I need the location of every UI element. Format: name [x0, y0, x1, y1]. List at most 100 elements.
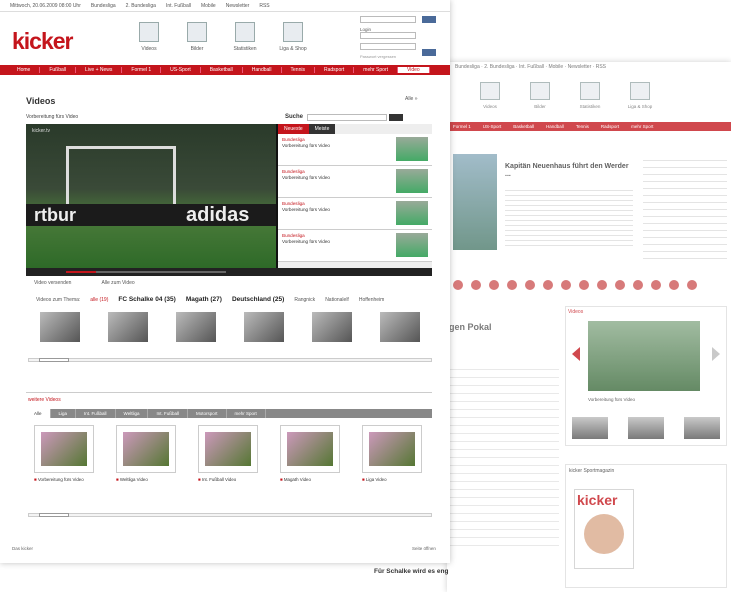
- next-arrow-icon[interactable]: [712, 347, 720, 361]
- nav-item[interactable]: Formel 1: [122, 67, 162, 73]
- topbar-link[interactable]: 2. Bundesliga: [126, 3, 156, 9]
- cards-scrollbar[interactable]: [28, 513, 432, 517]
- nav-home[interactable]: Home: [8, 67, 41, 73]
- tab-most[interactable]: Meiste: [308, 124, 336, 134]
- shop-icon[interactable]: Liga & Shop: [279, 22, 307, 52]
- back-nav-item[interactable]: mehr Sport: [625, 122, 659, 131]
- kicker-logo[interactable]: kicker: [12, 28, 74, 55]
- footer-left[interactable]: Das kicker: [12, 546, 33, 551]
- nav-item[interactable]: Tennis: [282, 67, 315, 73]
- videos-icon[interactable]: Videos: [135, 22, 163, 52]
- nav-item[interactable]: Live + News: [76, 67, 123, 73]
- back-nav-item[interactable]: Tennis: [570, 122, 595, 131]
- club-icon[interactable]: [471, 280, 481, 290]
- club-icon[interactable]: [525, 280, 535, 290]
- back-nav-item[interactable]: US-Sport: [477, 122, 508, 131]
- nav-item[interactable]: Basketball: [201, 67, 243, 73]
- club-icon[interactable]: [669, 280, 679, 290]
- sidebar-video-item[interactable]: Bundesliga Vorbereitung fürs Video: [278, 198, 432, 230]
- topic-thumb[interactable]: [312, 312, 352, 342]
- topbar-link[interactable]: Newsletter: [226, 3, 250, 9]
- topic-thumb[interactable]: [176, 312, 216, 342]
- back-stats-icon[interactable]: Statistiken: [577, 82, 603, 109]
- tab-item[interactable]: Int. Fußball: [76, 409, 116, 418]
- video-thumb[interactable]: [396, 137, 428, 161]
- magazine-cover[interactable]: kicker: [574, 489, 634, 569]
- topbar-link[interactable]: Bundesliga: [91, 3, 116, 9]
- topbar-link[interactable]: RSS: [259, 3, 269, 9]
- search-button[interactable]: [422, 16, 436, 23]
- back-video-caption[interactable]: Vorbereitung fürs Video: [588, 397, 635, 402]
- filter-item[interactable]: Hoffenheim: [359, 297, 384, 303]
- club-icon[interactable]: [507, 280, 517, 290]
- back-mini-thumb[interactable]: [572, 417, 608, 439]
- topbar-link[interactable]: Int. Fußball: [166, 3, 191, 9]
- video-thumb[interactable]: [396, 169, 428, 193]
- tab-item[interactable]: Weltliga: [116, 409, 149, 418]
- video-thumb[interactable]: [396, 233, 428, 257]
- more-link[interactable]: Alle »: [405, 96, 418, 102]
- tab-item[interactable]: mehr Sport: [227, 409, 266, 418]
- sidebar-video-item[interactable]: Bundesliga Vorbereitung fürs Video: [278, 166, 432, 198]
- back-mini-thumb[interactable]: [628, 417, 664, 439]
- back-nav-item[interactable]: Handball: [540, 122, 570, 131]
- sidebar-video-item[interactable]: Bundesliga Vorbereitung fürs Video: [278, 230, 432, 262]
- video-card[interactable]: Magath Video: [280, 425, 340, 482]
- video-frame[interactable]: rtbur adidas: [26, 124, 276, 268]
- club-icon[interactable]: [561, 280, 571, 290]
- pictures-icon[interactable]: Bilder: [183, 22, 211, 52]
- tab-all[interactable]: Alle: [26, 409, 51, 418]
- login-button[interactable]: [422, 49, 436, 56]
- video-search-input[interactable]: [307, 114, 387, 121]
- share-video-link[interactable]: Video versenden: [34, 280, 71, 286]
- video-search-button[interactable]: [389, 114, 403, 121]
- all-videos-link[interactable]: Alle zum Video: [101, 280, 134, 286]
- video-card[interactable]: Vorbereitung fürs Video: [34, 425, 94, 482]
- nav-item[interactable]: US-Sport: [161, 67, 201, 73]
- video-player[interactable]: rtbur adidas kicker.tv Neueste Meiste Bun…: [26, 124, 432, 276]
- back-nav-item[interactable]: Formel 1: [447, 122, 477, 131]
- nav-item[interactable]: Handball: [243, 67, 282, 73]
- filter-item[interactable]: Deutschland (25): [232, 296, 284, 303]
- club-icon[interactable]: [579, 280, 589, 290]
- tab-newest[interactable]: Neueste: [278, 124, 309, 134]
- password-input[interactable]: [360, 43, 416, 50]
- club-icon[interactable]: [687, 280, 697, 290]
- back-pictures-icon[interactable]: Bilder: [527, 82, 553, 109]
- video-thumb[interactable]: [396, 201, 428, 225]
- progress-bar[interactable]: [66, 271, 226, 273]
- back-video-thumb[interactable]: [588, 321, 700, 391]
- search-input[interactable]: [360, 16, 416, 23]
- topic-thumb[interactable]: [380, 312, 420, 342]
- nav-item[interactable]: Radsport: [315, 67, 355, 73]
- club-icon[interactable]: [453, 280, 463, 290]
- club-icon[interactable]: [615, 280, 625, 290]
- topic-thumb[interactable]: [40, 312, 80, 342]
- nav-item[interactable]: mehr Sport: [354, 67, 399, 73]
- club-icon[interactable]: [633, 280, 643, 290]
- user-input[interactable]: [360, 32, 416, 39]
- tab-item[interactable]: Liga: [51, 409, 77, 418]
- back-topbar-item[interactable]: Newsletter: [568, 64, 592, 70]
- back-article-photo[interactable]: [453, 154, 497, 250]
- sidebar-video-item[interactable]: Bundesliga Vorbereitung fürs Video: [278, 134, 432, 166]
- back-shop-icon[interactable]: Liga & Shop: [627, 82, 653, 109]
- stats-icon[interactable]: Statistiken: [231, 22, 259, 52]
- footer-right[interactable]: Seite öffnen: [412, 546, 436, 551]
- filter-item[interactable]: Nationalelf: [325, 297, 349, 303]
- topbar-link[interactable]: Mobile: [201, 3, 216, 9]
- back-headline[interactable]: Kapitän Neuenhaus führt den Werder ...: [505, 163, 635, 179]
- back-topbar-item[interactable]: 2. Bundesliga: [484, 64, 514, 70]
- club-icon[interactable]: [651, 280, 661, 290]
- filter-all[interactable]: alle (19): [90, 297, 108, 303]
- back-bottom-title[interactable]: Für Schalke wird es eng: [374, 568, 448, 575]
- filter-item[interactable]: Magath (27): [186, 296, 222, 303]
- topic-thumb[interactable]: [244, 312, 284, 342]
- tab-item[interactable]: Motorsport: [188, 409, 227, 418]
- prev-arrow-icon[interactable]: [572, 347, 580, 361]
- back-videos-icon[interactable]: Videos: [477, 82, 503, 109]
- club-icon[interactable]: [543, 280, 553, 290]
- back-mini-thumb[interactable]: [684, 417, 720, 439]
- thumb-scrollbar[interactable]: [28, 358, 432, 362]
- video-card[interactable]: Int. Fußball Video: [198, 425, 258, 482]
